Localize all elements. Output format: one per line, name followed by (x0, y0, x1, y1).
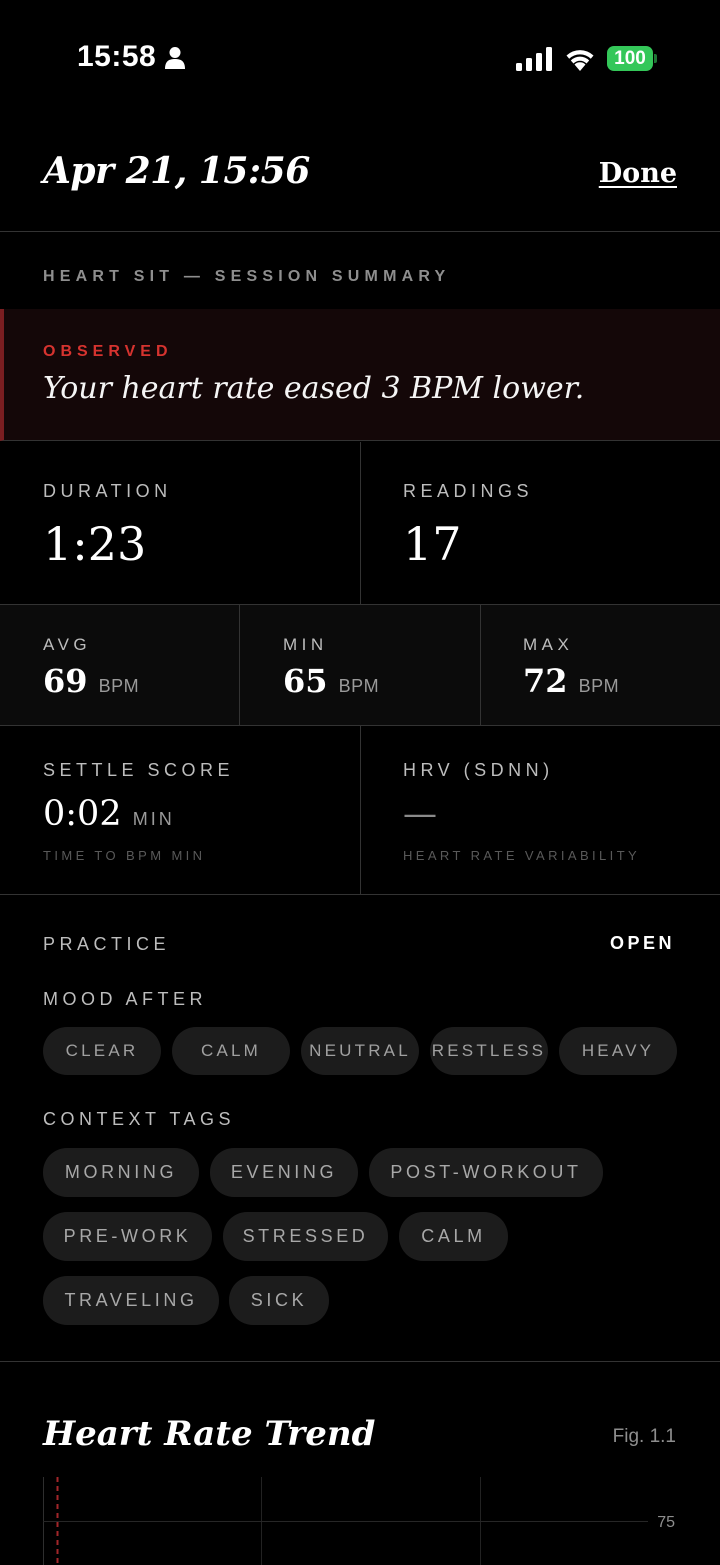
status-time: 15:58 (77, 40, 157, 73)
cellular-signal-icon (516, 47, 552, 71)
heart-rate-trend-chart: 75 (43, 1477, 675, 1565)
divider (0, 894, 720, 895)
mood-chip-calm[interactable]: CALM (172, 1027, 290, 1075)
min-label: MIN (283, 635, 328, 654)
avg-value: 69 BPM (43, 662, 139, 700)
mood-chip-restless[interactable]: RESTLESS (430, 1027, 548, 1075)
settle-number: 0:02 (43, 794, 122, 834)
readings-value: 17 (403, 517, 462, 571)
duration-value: 1:23 (43, 517, 147, 571)
settle-score-value: 0:02 MIN (43, 794, 175, 834)
person-icon (165, 47, 185, 69)
hrv-label: HRV (SDNN) (403, 760, 554, 780)
wifi-icon (566, 50, 594, 71)
heart-rate-trend-title: Heart Rate Trend (43, 1414, 376, 1454)
tag-chip-pre-work[interactable]: PRE-WORK (43, 1212, 212, 1261)
header: Apr 21, 15:56 Done (0, 130, 720, 232)
duration-label: DURATION (43, 481, 172, 501)
min-number: 65 (283, 662, 328, 700)
settle-unit: MIN (132, 809, 175, 829)
hrv-value: — (403, 794, 437, 834)
settle-score-label: SETTLE SCORE (43, 760, 235, 780)
mood-after-label: MOOD AFTER (43, 989, 208, 1009)
settle-score-sub: TIME TO BPM MIN (43, 848, 206, 863)
duration-cell: DURATION 1:23 (0, 442, 360, 604)
context-tags-label: CONTEXT TAGS (43, 1109, 236, 1129)
page-title: Apr 21, 15:56 (43, 150, 310, 192)
mood-chip-clear[interactable]: CLEAR (43, 1027, 161, 1075)
y-tick-label: 75 (657, 1514, 675, 1531)
mood-chip-neutral[interactable]: NEUTRAL (301, 1027, 419, 1075)
avg-cell: AVG 69 BPM (0, 605, 240, 725)
tag-chip-morning[interactable]: MORNING (43, 1148, 199, 1197)
hrv-cell: HRV (SDNN) — HEART RATE VARIABILITY (360, 726, 720, 894)
tag-chip-post-workout[interactable]: POST-WORKOUT (369, 1148, 603, 1197)
status-bar: 15:58 100 (0, 0, 720, 118)
battery-nub (654, 54, 657, 63)
battery-indicator: 100 (607, 46, 653, 71)
max-unit: BPM (578, 676, 620, 696)
session-summary-label: HEART SIT — SESSION SUMMARY (43, 268, 451, 285)
figure-label: Fig. 1.1 (612, 1426, 676, 1447)
max-label: MAX (523, 635, 574, 654)
avg-number: 69 (43, 662, 88, 700)
practice-label: PRACTICE (43, 934, 171, 954)
max-cell: MAX 72 BPM (480, 605, 720, 725)
observed-text: Your heart rate eased 3 BPM lower. (43, 371, 585, 406)
mood-chip-heavy[interactable]: HEAVY (559, 1027, 677, 1075)
tag-chip-evening[interactable]: EVENING (210, 1148, 358, 1197)
practice-open-toggle[interactable]: OPEN (610, 933, 675, 954)
max-number: 72 (523, 662, 568, 700)
avg-label: AVG (43, 635, 92, 654)
min-unit: BPM (338, 676, 380, 696)
divider (239, 605, 240, 725)
readings-cell: READINGS 17 (360, 442, 720, 604)
readings-label: READINGS (403, 481, 534, 501)
max-value: 72 BPM (523, 662, 619, 700)
done-button[interactable]: Done (599, 158, 677, 189)
divider (0, 1361, 720, 1362)
min-value: 65 BPM (283, 662, 379, 700)
settle-score-cell: SETTLE SCORE 0:02 MIN TIME TO BPM MIN (0, 726, 360, 894)
min-cell: MIN 65 BPM (240, 605, 480, 725)
avg-unit: BPM (98, 676, 140, 696)
hrv-sub: HEART RATE VARIABILITY (403, 848, 641, 863)
tag-chip-sick[interactable]: SICK (229, 1276, 329, 1325)
tag-chip-stressed[interactable]: STRESSED (223, 1212, 388, 1261)
observed-banner: OBSERVED Your heart rate eased 3 BPM low… (0, 309, 720, 441)
tag-chip-traveling[interactable]: TRAVELING (43, 1276, 219, 1325)
tag-chip-calm[interactable]: CALM (399, 1212, 508, 1261)
divider (480, 605, 481, 725)
observed-label: OBSERVED (43, 343, 173, 360)
